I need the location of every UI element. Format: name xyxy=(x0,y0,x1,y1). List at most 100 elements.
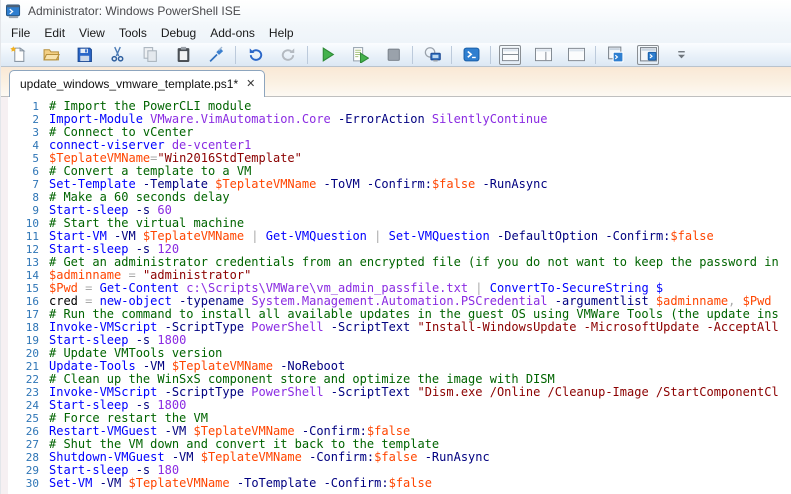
code-line[interactable]: 30 Set-VM -VM $TeplateVMName -ToTemplate … xyxy=(1,477,791,491)
code-token: 1800 xyxy=(150,333,187,347)
menu-item-tools[interactable]: Tools xyxy=(112,23,154,43)
code-token: $TeplateVMName xyxy=(49,151,151,165)
code-token: Start-sleep xyxy=(49,333,129,347)
menu-item-addons[interactable]: Add-ons xyxy=(203,23,262,43)
code-token: PowerShell xyxy=(244,385,324,399)
code-token: Invoke-VMScript xyxy=(49,385,158,399)
code-token: -argumentlist xyxy=(547,294,649,308)
menu-item-help[interactable]: Help xyxy=(262,23,301,43)
code-token: de-vcenter1 xyxy=(164,138,252,152)
code-token: Update-Tools xyxy=(49,359,136,373)
undo-icon[interactable] xyxy=(244,45,266,65)
run-script-icon[interactable] xyxy=(316,45,338,65)
code-token: $Pwd xyxy=(735,294,772,308)
run-selection-icon[interactable] xyxy=(349,45,371,65)
code-token: -VM xyxy=(135,359,165,373)
code-token: Shutdown-VMGuest xyxy=(49,450,165,464)
code-token: Set-VMQuestion xyxy=(388,229,490,243)
new-powershell-tab-icon[interactable] xyxy=(604,45,626,65)
code-token: -Confirm: xyxy=(301,450,375,464)
code-token: -NoReboot xyxy=(272,359,346,373)
menu-item-edit[interactable]: Edit xyxy=(37,23,72,43)
code-token: # Update VMTools version xyxy=(49,346,223,360)
code-token: # Connect to vCenter xyxy=(49,125,194,139)
toolbar-separator xyxy=(490,45,491,64)
editor-margin xyxy=(1,97,8,494)
copy-icon[interactable] xyxy=(139,45,161,65)
code-token: -ScriptText xyxy=(323,320,411,334)
tab-label: update_windows_vmware_template.ps1* xyxy=(20,77,239,91)
code-token: = xyxy=(77,281,100,295)
menu-item-file[interactable]: File xyxy=(4,23,37,43)
show-script-pane-icon[interactable] xyxy=(637,44,659,65)
show-script-pane-right-icon[interactable] xyxy=(532,45,554,65)
toolbar xyxy=(1,43,791,67)
code-token: "Win2016StdTemplate" xyxy=(157,151,302,165)
code-text: Set-VM -VM $TeplateVMName -ToTemplate -C… xyxy=(39,477,432,490)
code-token: # Get an administrator credentials from … xyxy=(49,255,779,269)
code-token: $adminname xyxy=(49,268,122,282)
code-token: 1800 xyxy=(150,398,187,412)
redo-icon[interactable] xyxy=(277,45,299,65)
menu-item-view[interactable]: View xyxy=(72,23,112,43)
code-token: -VM xyxy=(106,229,136,243)
code-token: $TeplateVMName xyxy=(186,424,295,438)
code-token: # Clean up the WinSxS component store an… xyxy=(49,372,555,386)
code-token: Start-sleep xyxy=(49,463,129,477)
code-token: # Convert a template to a VM xyxy=(49,164,252,178)
code-token: c:\Scripts\VMWare\vm_admin_passfile.txt xyxy=(179,281,469,295)
code-token: 60 xyxy=(150,203,172,217)
code-token: Invoke-VMScript xyxy=(49,320,158,334)
show-script-pane-top-icon[interactable] xyxy=(499,44,521,65)
code-token: -RunAsync xyxy=(417,450,490,464)
start-powershell-icon[interactable] xyxy=(460,45,482,65)
code-token: | xyxy=(244,229,266,243)
new-remote-powershell-tab-icon[interactable] xyxy=(421,45,443,65)
code-token: $TeplateVMName xyxy=(193,450,302,464)
code-token: # Import the PowerCLI module xyxy=(49,99,252,113)
code-token: $TeplateVMName xyxy=(135,229,245,243)
code-token: Start-VM xyxy=(49,229,107,243)
stop-operation-icon[interactable] xyxy=(382,45,404,65)
code-token: 180 xyxy=(150,463,180,477)
code-token: Set-Template xyxy=(49,177,136,191)
menu-item-debug[interactable]: Debug xyxy=(154,23,203,43)
save-icon[interactable] xyxy=(73,45,95,65)
code-token: # Start the virtual machine xyxy=(49,216,245,230)
code-token: -Confirm: xyxy=(316,476,389,490)
code-token: = xyxy=(77,294,100,308)
show-script-pane-maximized-icon[interactable] xyxy=(565,45,587,65)
code-token: $false xyxy=(366,424,411,438)
code-token: $Pwd xyxy=(49,281,78,295)
code-token: ConvertTo-SecureString xyxy=(489,281,649,295)
toolbar-overflow-icon[interactable] xyxy=(670,45,692,65)
code-token: $TeplateVMName xyxy=(121,476,230,490)
toolbar-separator xyxy=(307,45,308,64)
code-token: $TeplateVMName xyxy=(207,177,317,191)
toolbar-separator xyxy=(235,45,236,64)
code-token: "Dism.exe /Online /Cleanup-Image /StartC… xyxy=(410,385,779,399)
code-token: PowerShell xyxy=(244,320,324,334)
code-token: connect-viserver xyxy=(49,138,165,152)
code-token: # Make a 60 seconds delay xyxy=(49,190,230,204)
menu-bar: File Edit View Tools Debug Add-ons Help xyxy=(1,22,791,43)
code-token: # Run the command to install all availab… xyxy=(49,307,779,321)
code-token: $false xyxy=(374,450,418,464)
code-token: System.Management.Automation.PSCredentia… xyxy=(244,294,548,308)
code-token: new-object xyxy=(99,294,172,308)
cut-icon[interactable] xyxy=(106,45,128,65)
code-token: Restart-VMGuest xyxy=(49,424,158,438)
tab-close-icon[interactable]: ✕ xyxy=(246,78,255,90)
script-editor-pane[interactable]: 1 # Import the PowerCLI module 2 Import-Mod… xyxy=(1,97,791,494)
tab-update-windows-vmware-template[interactable]: update_windows_vmware_template.ps1* ✕ xyxy=(9,70,266,97)
open-script-icon[interactable] xyxy=(40,45,62,65)
clear-console-pane-icon[interactable] xyxy=(205,45,227,65)
code-token: 120 xyxy=(150,242,180,256)
code-token: -DefaultOption xyxy=(489,229,599,243)
code-token: -Confirm: xyxy=(598,229,671,243)
code-token: Get-VMQuestion xyxy=(265,229,367,243)
paste-icon[interactable] xyxy=(172,45,194,65)
new-script-icon[interactable] xyxy=(7,45,29,65)
code-token: | xyxy=(468,281,490,295)
code-token: Get-Content xyxy=(99,281,180,295)
